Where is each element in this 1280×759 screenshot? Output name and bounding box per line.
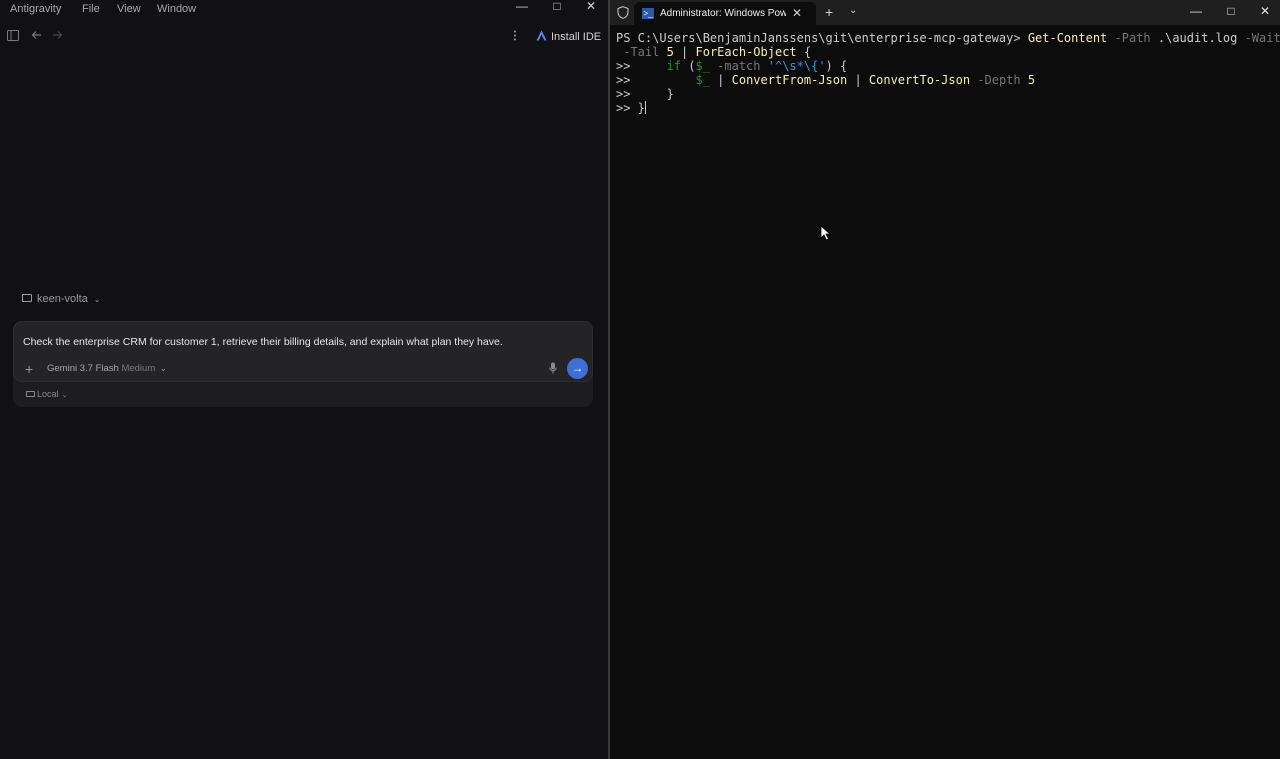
cmdlet: ForEach-Object bbox=[695, 45, 797, 59]
parameter: -Path bbox=[1107, 31, 1151, 45]
chevron-down-icon: ⌄ bbox=[61, 392, 68, 399]
cmdlet: ConvertFrom-Json bbox=[731, 73, 848, 87]
install-ide-label: Install IDE bbox=[551, 31, 602, 43]
ps-prompt: PS C:\Users\BenjaminJanssens\git\enterpr… bbox=[616, 31, 1028, 45]
workspace-name: keen-volta bbox=[37, 293, 88, 305]
text-cursor bbox=[644, 101, 646, 114]
cmdlet: Get-Content bbox=[1027, 31, 1108, 45]
model-selector[interactable]: Gemini 3.7 Flash Medium ⌄ bbox=[47, 363, 167, 374]
pipe: | bbox=[709, 73, 732, 87]
antigravity-window: Antigravity File View Window — □ ✕ Insta… bbox=[0, 0, 608, 759]
terminal-window: >_ Administrator: Windows PowerShell ✕ +… bbox=[610, 0, 1280, 759]
mouse-pointer-icon bbox=[820, 225, 832, 241]
workspace-selector[interactable]: keen-volta ⌄ bbox=[22, 293, 100, 305]
forward-arrow-icon[interactable] bbox=[50, 30, 64, 44]
operator: -match bbox=[709, 59, 761, 73]
terminal-line: >> $_ | ConvertFrom-Json | ConvertTo-Jso… bbox=[616, 73, 1276, 87]
parameter: -Tail bbox=[616, 45, 660, 59]
paren: ) { bbox=[825, 59, 848, 73]
pipe: | bbox=[673, 45, 696, 59]
terminal-maximize-button[interactable]: □ bbox=[1216, 4, 1246, 18]
terminal-titlebar: >_ Administrator: Windows PowerShell ✕ +… bbox=[610, 0, 1280, 25]
paren: ( bbox=[681, 59, 696, 73]
terminal-close-button[interactable]: ✕ bbox=[1250, 4, 1280, 18]
chevron-down-icon[interactable]: ⌄ bbox=[849, 5, 857, 16]
terminal-output[interactable]: PS C:\Users\BenjaminJanssens\git\enterpr… bbox=[616, 31, 1280, 115]
terminal-minimize-button[interactable]: — bbox=[1181, 4, 1211, 18]
continuation-prompt: >> bbox=[616, 59, 631, 73]
menu-antigravity[interactable]: Antigravity bbox=[10, 3, 61, 15]
prompt-text[interactable]: Check the enterprise CRM for customer 1,… bbox=[23, 336, 503, 348]
continuation-prompt: >> bbox=[616, 73, 631, 87]
model-variant: Medium bbox=[121, 363, 156, 374]
brace: } bbox=[630, 87, 674, 101]
terminal-line: -Tail 5 | ForEach-Object { bbox=[616, 45, 1276, 59]
toolbar bbox=[0, 26, 608, 48]
number: 5 bbox=[1020, 73, 1036, 87]
brace: { bbox=[796, 45, 812, 59]
keyword: if bbox=[630, 59, 682, 73]
variable: $_ bbox=[630, 73, 710, 87]
terminal-line: >> } bbox=[616, 87, 1276, 101]
add-context-icon[interactable]: + bbox=[25, 361, 33, 377]
parameter: -Depth bbox=[970, 73, 1021, 87]
chat-composer: Check the enterprise CRM for customer 1,… bbox=[13, 321, 593, 407]
chevron-down-icon: ⌄ bbox=[159, 364, 167, 373]
terminal-line: PS C:\Users\BenjaminJanssens\git\enterpr… bbox=[616, 31, 1280, 45]
brace: } bbox=[630, 101, 645, 115]
shield-icon bbox=[617, 6, 629, 19]
mode-selector[interactable]: Local ⌄ bbox=[26, 389, 67, 399]
microphone-icon[interactable] bbox=[549, 362, 557, 374]
laptop-icon bbox=[26, 391, 35, 397]
new-tab-icon[interactable]: + bbox=[825, 4, 833, 20]
terminal-line: >> } bbox=[616, 101, 1276, 115]
install-ide-button[interactable]: Install IDE bbox=[532, 28, 605, 46]
number: 5 bbox=[659, 45, 674, 59]
model-name: Gemini 3.7 Flash bbox=[47, 363, 119, 374]
close-tab-icon[interactable]: ✕ bbox=[792, 6, 802, 20]
arrow-right-icon: → bbox=[571, 361, 584, 375]
continuation-prompt: >> bbox=[616, 87, 631, 101]
chevron-down-icon: ⌄ bbox=[93, 295, 101, 304]
more-options-icon[interactable] bbox=[508, 30, 522, 44]
send-button[interactable]: → bbox=[567, 358, 588, 379]
sidebar-toggle-icon[interactable] bbox=[6, 30, 20, 44]
prompt-box[interactable]: Check the enterprise CRM for customer 1,… bbox=[13, 321, 593, 382]
menu-bar: Antigravity File View Window — □ ✕ bbox=[0, 0, 608, 18]
terminal-line: >> if ($_ -match '^\s*\{') { bbox=[616, 59, 1276, 73]
antigravity-logo-icon bbox=[536, 30, 547, 41]
argument: .\audit.log bbox=[1150, 31, 1238, 45]
string: '^\s*\{' bbox=[760, 59, 826, 73]
minimize-button[interactable]: — bbox=[507, 0, 537, 14]
folder-icon bbox=[22, 294, 32, 302]
back-arrow-icon[interactable] bbox=[29, 30, 43, 44]
parameter: -Wait bbox=[1237, 31, 1280, 45]
maximize-button[interactable]: □ bbox=[542, 0, 572, 14]
mode-label: Local bbox=[37, 389, 59, 399]
tab-title: Administrator: Windows PowerShell bbox=[660, 8, 786, 19]
close-button[interactable]: ✕ bbox=[576, 0, 606, 14]
variable: $_ bbox=[695, 59, 710, 73]
continuation-prompt: >> bbox=[616, 101, 631, 115]
menu-file[interactable]: File bbox=[82, 3, 100, 15]
menu-view[interactable]: View bbox=[117, 3, 141, 15]
terminal-tab[interactable]: >_ Administrator: Windows PowerShell ✕ bbox=[634, 2, 816, 25]
powershell-icon: >_ bbox=[642, 8, 654, 19]
pipe: | bbox=[847, 73, 869, 87]
cmdlet: ConvertTo-Json bbox=[868, 73, 971, 87]
menu-window[interactable]: Window bbox=[157, 3, 196, 15]
